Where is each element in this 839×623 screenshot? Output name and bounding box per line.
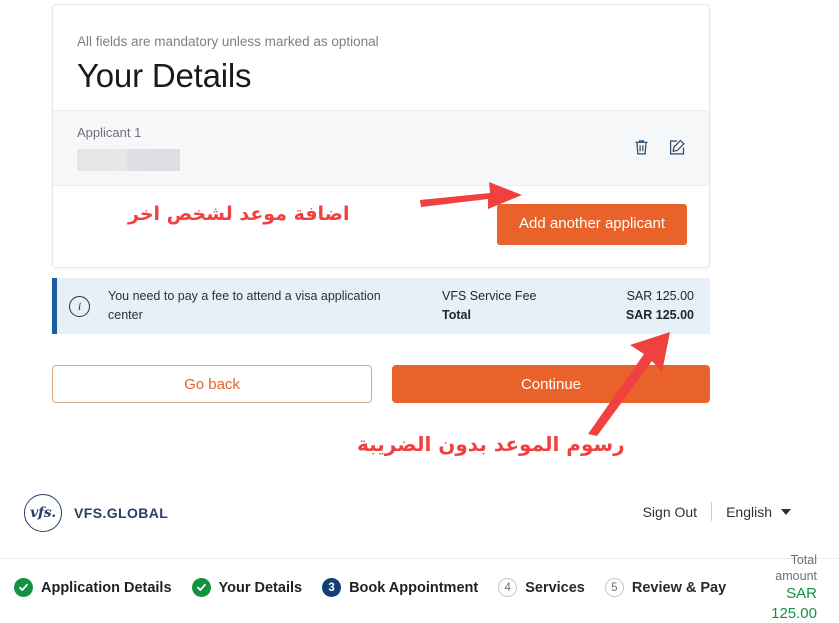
- applicant-actions: [631, 123, 687, 159]
- chevron-down-icon: [781, 508, 791, 515]
- vfs-logo-mark: vfs.: [24, 494, 62, 532]
- applicant-label: Applicant 1: [77, 124, 142, 140]
- fee-row-value: SAR 125.00: [626, 288, 694, 303]
- progress-stepper: Application Details Your Details 3 Book …: [0, 553, 839, 622]
- fee-value-column: SAR 125.00 SAR 125.00: [602, 287, 694, 326]
- step-services[interactable]: 4 Services: [498, 578, 585, 597]
- total-amount-value: SAR 125.00: [771, 585, 817, 622]
- fee-total-value: SAR 125.00: [625, 308, 694, 322]
- fee-total-label: Total: [442, 308, 471, 322]
- page-title: Your Details: [77, 56, 252, 94]
- fee-row-label: VFS Service Fee: [442, 288, 537, 303]
- applicant-name-redacted: [77, 149, 180, 172]
- card-header: All fields are mandatory unless marked a…: [53, 5, 709, 110]
- vfs-global-logo: vfs. VFS.GLOBAL: [24, 494, 168, 532]
- total-amount-label: Total amount: [775, 552, 817, 583]
- trash-icon[interactable]: [631, 137, 651, 159]
- fee-label-column: VFS Service Fee Total: [442, 287, 602, 326]
- total-amount: Total amount SAR 125.00: [746, 552, 817, 623]
- sign-out-link[interactable]: Sign Out: [643, 504, 697, 520]
- vfs-logo-text: VFS.GLOBAL: [74, 505, 169, 521]
- step-label: Services: [525, 579, 585, 596]
- step-done-check-icon: [14, 578, 33, 597]
- your-details-card: All fields are mandatory unless marked a…: [52, 4, 710, 268]
- step-book-appointment[interactable]: 3 Book Appointment: [322, 578, 478, 597]
- applicant-info: Applicant 1: [77, 123, 180, 172]
- footer-divider: [711, 502, 713, 521]
- annotation-add-applicant: اضافة موعد لشخص اخر: [128, 203, 350, 225]
- applicant-row: Applicant 1: [53, 109, 709, 187]
- fee-info-banner: i You need to pay a fee to attend a visa…: [52, 278, 710, 334]
- step-your-details[interactable]: Your Details: [191, 578, 303, 597]
- continue-button[interactable]: Continue: [392, 365, 710, 403]
- edit-pencil-icon[interactable]: [667, 137, 687, 159]
- step-done-check-icon: [191, 578, 211, 597]
- step-review-and-pay[interactable]: 5 Review & Pay: [604, 578, 727, 597]
- info-circle-icon: i: [69, 295, 90, 317]
- fee-banner-message: You need to pay a fee to attend a visa a…: [108, 288, 381, 322]
- language-value: English: [726, 503, 772, 520]
- step-label: Review & Pay: [631, 579, 727, 596]
- site-footer: vfs. VFS.GLOBAL Sign Out English: [0, 486, 839, 558]
- footer-actions: Sign Out English: [643, 502, 791, 521]
- add-applicant-area: Add another applicant: [53, 186, 709, 267]
- add-another-applicant-button[interactable]: Add another applicant: [497, 204, 687, 245]
- language-selector[interactable]: English: [726, 504, 791, 520]
- fee-summary-table: VFS Service Fee Total SAR 125.00 SAR 125…: [442, 287, 694, 326]
- step-number-badge: 5: [604, 578, 624, 597]
- step-label: Book Appointment: [349, 579, 479, 596]
- step-label: Your Details: [218, 579, 303, 596]
- step-application-details[interactable]: Application Details: [14, 578, 172, 597]
- annotation-fee-note: رسوم الموعد بدون الضريبة: [357, 432, 625, 456]
- step-number-badge: 4: [498, 578, 518, 597]
- step-number-badge: 3: [322, 578, 342, 597]
- go-back-button[interactable]: Go back: [52, 365, 372, 403]
- step-label: Application Details: [41, 579, 172, 596]
- mandatory-fields-note: All fields are mandatory unless marked a…: [77, 34, 379, 49]
